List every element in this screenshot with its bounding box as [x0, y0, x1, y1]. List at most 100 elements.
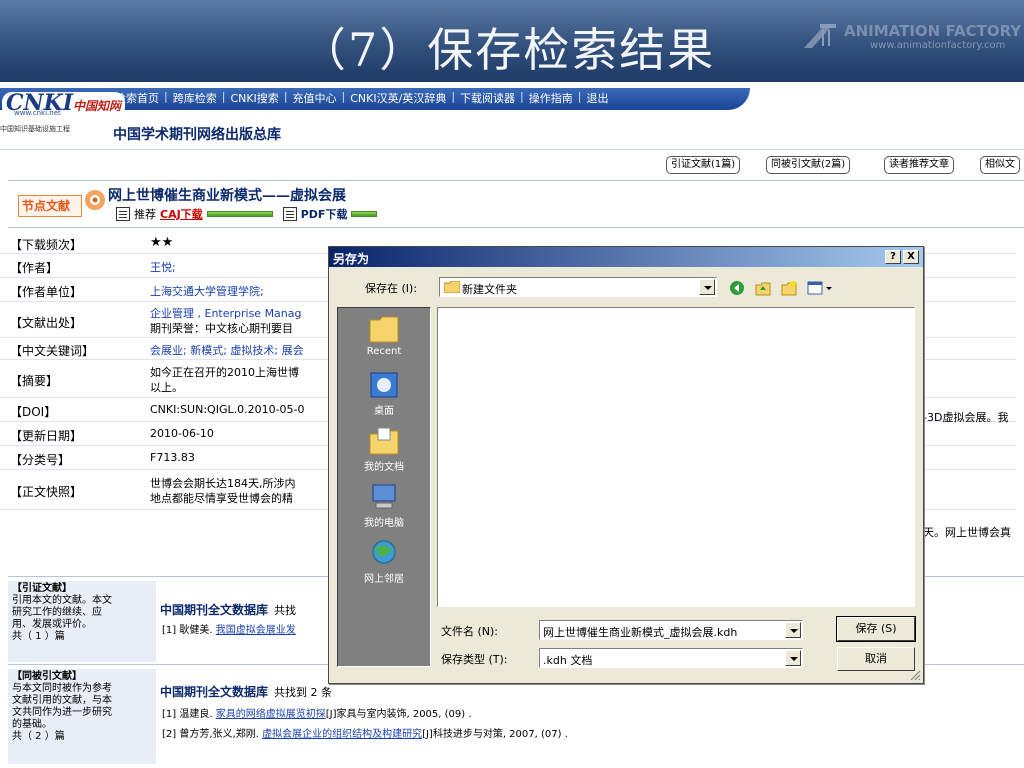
- cocited-side-note: 【同被引文献】 与本文同时被作为参考 文献引用的文献，与本 文共同作为进一步研究…: [8, 669, 156, 764]
- abstract-text: 如今正在召开的2010上海世博: [150, 366, 299, 379]
- file-list[interactable]: [437, 307, 915, 607]
- citing-desc-1: 引用本文的文献。本文: [12, 595, 112, 606]
- cocited-desc-1: 与本文同时被作为参考: [12, 683, 112, 694]
- nav-cross-db[interactable]: 跨库检索: [168, 90, 222, 106]
- pdf-download-link[interactable]: PDF下载: [301, 206, 348, 222]
- top-navigation: 检索首页 | 跨库检索 | CNKI搜索 | 充值中心 | CNKI汉英/英汉辞典 | 下…: [110, 90, 613, 106]
- abstract-text-2: 以上。: [150, 381, 183, 394]
- citing-source-count: 共找: [274, 604, 297, 617]
- dialog-titlebar[interactable]: 另存为 ? X: [329, 247, 923, 267]
- back-icon[interactable]: [729, 280, 745, 296]
- chevron-down-icon[interactable]: [785, 622, 801, 638]
- class-value: F713.83: [150, 451, 195, 464]
- source-journal-link[interactable]: 企业管理 , Enterprise Manag: [150, 305, 302, 321]
- downloads-stars: ★★: [150, 235, 174, 250]
- citing-source-name: 中国期刊全文数据库: [160, 603, 269, 617]
- nav-recharge[interactable]: 充值中心: [288, 90, 342, 106]
- citing-desc-3: 用、发展或评价。: [12, 619, 92, 630]
- citing-ref-1: [1] 耿健美. 我国虚拟会展业发: [162, 621, 296, 636]
- cocited-ref-2-link[interactable]: 虚拟会展企业的组织结构及构建研究: [262, 729, 422, 740]
- citing-side-note: 【引证文献】 引用本文的文献。本文 研究工作的继续、应 用、发展或评价。 共（ …: [8, 581, 156, 662]
- update-value: 2010-06-10: [150, 427, 214, 440]
- filetype-value: .kdh 文档: [543, 654, 593, 667]
- snapshot-label: 【正文快照】: [10, 485, 83, 499]
- cocited-desc-3: 文共同作为进一步研究: [12, 707, 112, 718]
- download-row: 推荐 CAJ下载 PDF下载: [116, 205, 378, 223]
- place-desktop[interactable]: 桌面: [338, 370, 430, 426]
- pdf-icon[interactable]: [282, 207, 297, 221]
- nav-guide[interactable]: 操作指南: [524, 90, 578, 106]
- place-my-computer-label: 我的电脑: [364, 518, 404, 529]
- citing-count: 共（ 1 ）篇: [12, 631, 65, 642]
- nav-search-home[interactable]: 检索首页: [110, 90, 164, 106]
- save-button[interactable]: 保存 (S): [836, 616, 916, 642]
- places-bar: Recent 桌面 我的文档 我的电脑 网上邻居: [337, 307, 431, 667]
- citing-ref-1-link[interactable]: 我国虚拟会展业发: [216, 625, 296, 636]
- chevron-down-icon[interactable]: [785, 650, 801, 666]
- place-recent-label: Recent: [366, 346, 402, 357]
- nav-logout[interactable]: 退出: [581, 90, 613, 106]
- update-label: 【更新日期】: [10, 429, 83, 443]
- author-label: 【作者】: [10, 261, 59, 275]
- tab-cocited-docs[interactable]: 同被引文献(2篇): [766, 156, 851, 174]
- help-button[interactable]: ?: [885, 250, 901, 264]
- nav-dictionary[interactable]: CNKI汉英/英汉辞典: [345, 90, 451, 106]
- snapshot-right-fragment: 0天。网上世博会真: [916, 526, 1011, 539]
- keywords-links[interactable]: 会展业; 新模式; 虚拟技术; 展会: [150, 342, 304, 358]
- snapshot-text-2: 地点都能尽情享受世博会的精: [150, 492, 293, 505]
- save-as-dialog: 另存为 ? X 保存在 (I): 新建文件夹 Recent 桌面 我的文档 我的…: [328, 246, 924, 684]
- nav-cnki-search[interactable]: CNKI搜索: [225, 90, 283, 106]
- filename-label: 文件名 (N):: [441, 625, 499, 638]
- cocited-desc-2: 文献引用的文献，与本: [12, 695, 112, 706]
- animation-factory-logo: ANIMATION FACTORY www.animationfactory.c…: [800, 20, 1021, 60]
- cocited-source-name: 中国期刊全文数据库: [160, 685, 269, 699]
- cocited-ref-1: [1] 温建良. 家具的网络虚拟展览初探[J]家具与室内装饰, 2005, (0…: [162, 705, 472, 720]
- place-recent[interactable]: Recent: [338, 314, 430, 370]
- tab-similar[interactable]: 相似文: [980, 156, 1020, 174]
- filename-value: 网上世博催生商业新模式_虚拟会展.kdh: [543, 626, 738, 639]
- filetype-select[interactable]: .kdh 文档: [539, 648, 803, 668]
- view-menu-icon[interactable]: [807, 280, 833, 296]
- cocited-desc-4: 的基础。: [12, 719, 52, 730]
- recommend-label[interactable]: 推荐: [134, 206, 156, 222]
- filename-input[interactable]: 网上世博催生商业新模式_虚拟会展.kdh: [539, 620, 803, 640]
- keywords-label: 【中文关键词】: [10, 344, 95, 358]
- place-my-documents[interactable]: 我的文档: [338, 426, 430, 482]
- snapshot-text: 世博会会期长达184天,所涉内: [150, 477, 296, 490]
- cocited-ref-2-author: [2] 曾方芳,张义,郑刚.: [162, 729, 259, 740]
- cocited-ref-1-source: [J]家具与室内装饰, 2005, (09) .: [325, 709, 472, 720]
- folder-icon: [444, 281, 460, 293]
- desktop-icon: [370, 372, 398, 398]
- slide-title: （7）保存检索结果: [300, 23, 716, 77]
- cnki-url: www.cnki.net: [14, 109, 61, 117]
- cocited-ref-1-link[interactable]: 家具的网络虚拟展览初探: [216, 709, 326, 720]
- cocited-ref-2-source: [J]科技进步与对策, 2007, (07) .: [422, 729, 568, 740]
- new-folder-icon[interactable]: [781, 280, 797, 296]
- downloads-label: 【下载频次】: [10, 238, 83, 252]
- place-my-computer[interactable]: 我的电脑: [338, 482, 430, 538]
- affiliation-link[interactable]: 上海交通大学管理学院;: [150, 283, 264, 299]
- author-link[interactable]: 王悦;: [150, 259, 176, 275]
- chevron-down-icon[interactable]: [699, 279, 715, 295]
- cocited-source-title: 中国期刊全文数据库 共找到 2 条: [160, 683, 332, 700]
- film-reel-icon: [804, 24, 836, 48]
- save-in-value: 新建文件夹: [462, 283, 517, 296]
- recommend-icon[interactable]: [116, 207, 130, 221]
- cocited-count: 共（ 2 ）篇: [12, 731, 65, 742]
- place-desktop-label: 桌面: [374, 406, 394, 417]
- doi-value: CNKI:SUN:QIGL.0.2010-05-0: [150, 403, 305, 416]
- tab-reader-recommend[interactable]: 读者推荐文章: [884, 156, 954, 174]
- node-document-badge: 节点文献: [18, 187, 108, 221]
- nav-download-reader[interactable]: 下载阅读器: [455, 90, 520, 106]
- citing-desc-2: 研究工作的继续、应: [12, 607, 102, 618]
- up-folder-icon[interactable]: [755, 280, 771, 296]
- cocited-ref-2: [2] 曾方芳,张义,郑刚. 虚拟会展企业的组织结构及构建研究[J]科技进步与对…: [162, 725, 568, 740]
- place-network[interactable]: 网上邻居: [338, 538, 430, 594]
- abstract-label: 【摘要】: [10, 374, 59, 388]
- save-in-combo[interactable]: 新建文件夹: [439, 277, 717, 297]
- cancel-button[interactable]: 取消: [837, 647, 915, 671]
- close-button[interactable]: X: [903, 250, 919, 264]
- tab-citing-docs[interactable]: 引证文献(1篇): [666, 156, 741, 174]
- resize-grip-icon[interactable]: [909, 669, 921, 681]
- caj-download-link[interactable]: CAJ下载: [160, 206, 203, 222]
